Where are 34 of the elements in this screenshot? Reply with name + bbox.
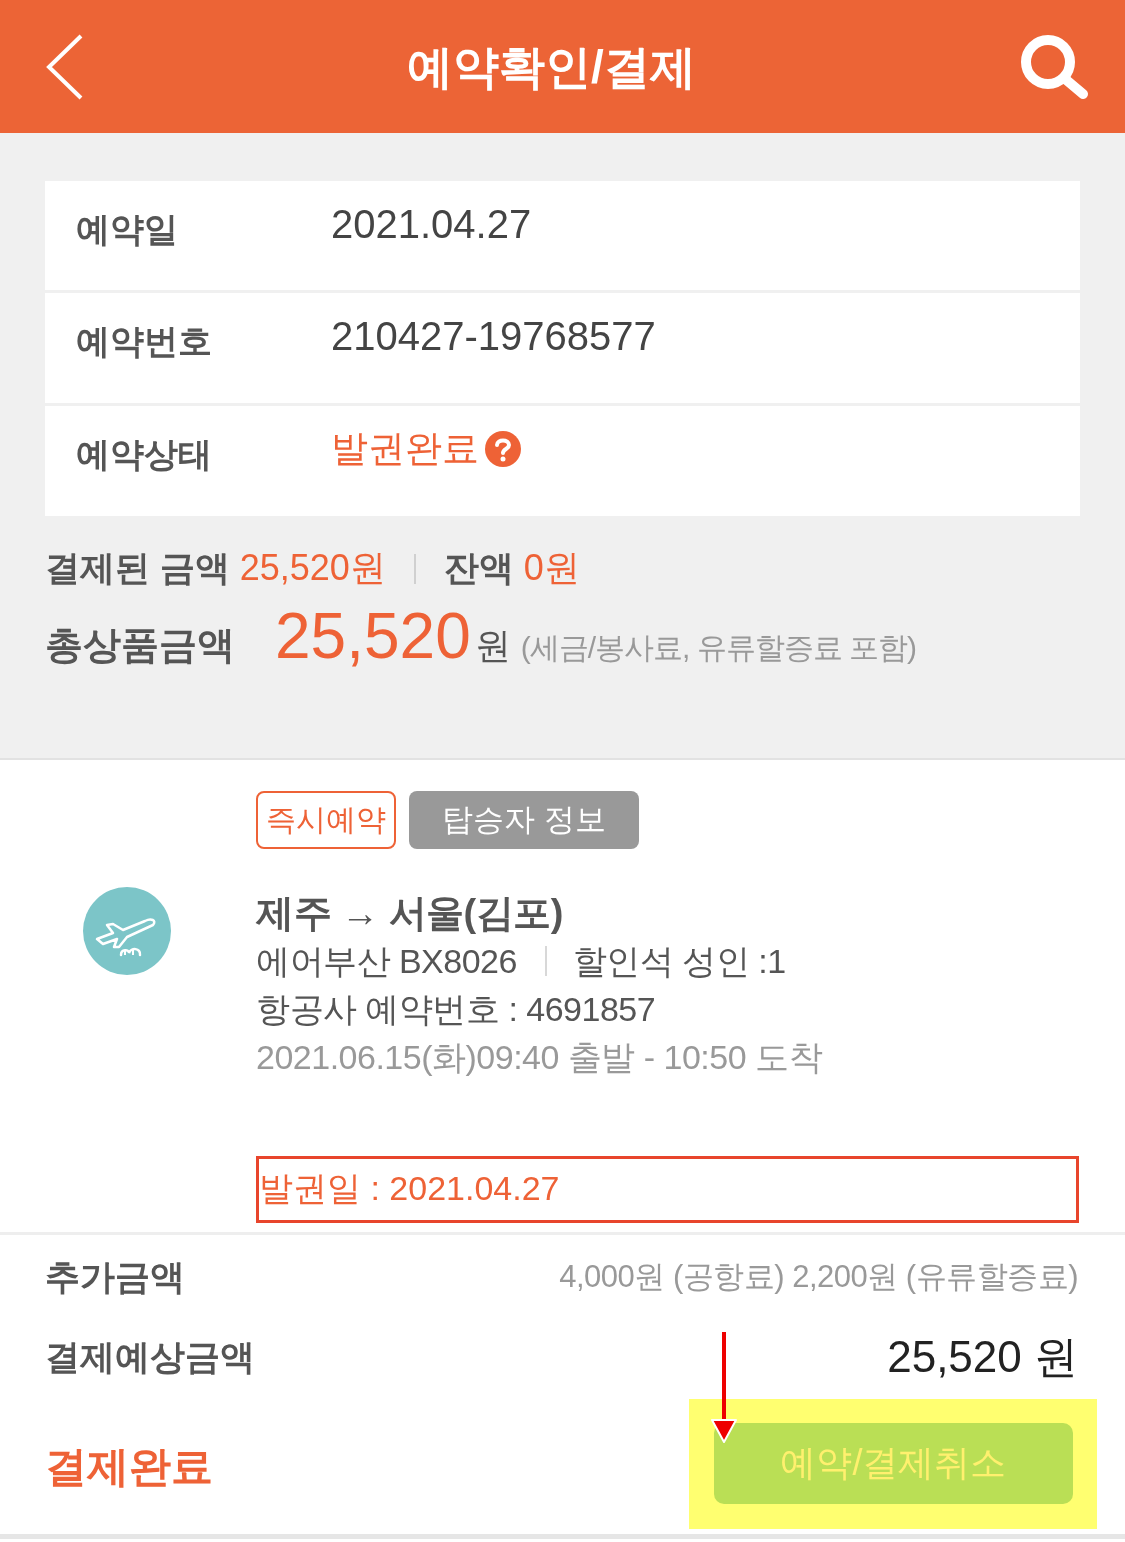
flight-route: 제주 → 서울(김포)	[256, 891, 564, 937]
extra-charge-value: 4,000원 (공항료) 2,200원 (유류할증료)	[559, 1258, 1078, 1296]
page-title: 예약확인/결제	[407, 39, 696, 95]
fare-class: 할인석 성인 :1	[572, 941, 786, 983]
flight-schedule: 2021.06.15(화)09:40 출발 - 10:50 도착	[256, 1037, 824, 1079]
info-label: 예약상태	[76, 434, 213, 475]
expected-amount-label: 결제예상금액	[45, 1335, 255, 1378]
extra-charge-label: 추가금액	[45, 1255, 185, 1298]
info-label: 예약일	[76, 209, 179, 250]
info-label: 예약번호	[76, 321, 213, 362]
total-label: 총상품금액	[45, 623, 235, 668]
airline-booking-number: 항공사 예약번호 : 4691857	[256, 989, 657, 1031]
airplane-takeoff-icon	[83, 887, 171, 976]
back-chevron-icon	[45, 33, 83, 100]
status-value: 발권완료	[331, 427, 479, 471]
search-button[interactable]	[1020, 33, 1090, 100]
ticket-date: 발권일 : 2021.04.27	[256, 1155, 1079, 1223]
question-circle-icon[interactable]	[485, 431, 521, 467]
booking-type-badge: 즉시예약	[256, 791, 396, 849]
passenger-info-button[interactable]: 탑승자 정보	[409, 791, 639, 849]
back-button[interactable]	[45, 33, 83, 100]
info-value: 2021.04.27	[331, 201, 532, 247]
info-value: 210427-19768577	[331, 313, 656, 359]
expected-amount-value: 25,520 원	[887, 1330, 1078, 1383]
balance-label: 잔액	[443, 547, 514, 589]
paid-amount: 25,520원	[239, 546, 386, 590]
total-amount: 25,520	[275, 601, 471, 671]
balance-amount: 0원	[523, 546, 580, 590]
flight-number: 에어부산 BX8026	[256, 941, 517, 983]
total-note: (세금/봉사료, 유류할증료 포함)	[520, 630, 917, 666]
currency-unit: 원	[474, 624, 511, 668]
payment-status: 결제완료	[45, 1442, 213, 1492]
search-icon	[1020, 33, 1090, 100]
paid-label: 결제된 금액	[45, 547, 230, 589]
